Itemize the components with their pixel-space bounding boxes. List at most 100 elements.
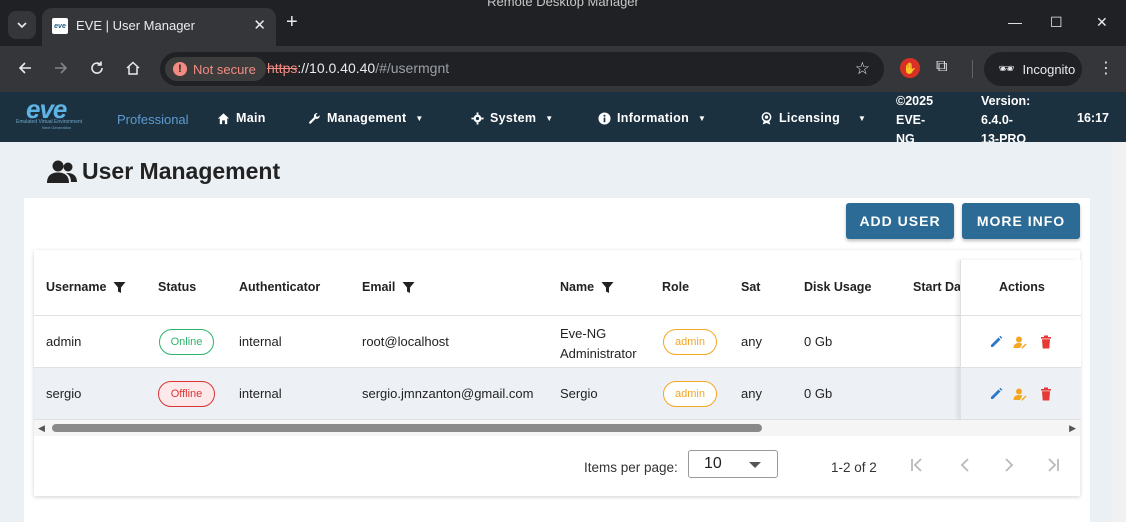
column-header-role[interactable]: Role bbox=[662, 280, 689, 294]
column-header-email[interactable]: Email bbox=[362, 280, 415, 294]
nav-item-main[interactable]: Main bbox=[217, 111, 266, 125]
eve-navbar: eve Emulated Virtual Environment Next Ge… bbox=[0, 92, 1126, 146]
first-page-icon[interactable] bbox=[908, 456, 926, 474]
column-header-sat[interactable]: Sat bbox=[741, 280, 760, 294]
column-label: Username bbox=[46, 280, 107, 294]
page-title-text: User Management bbox=[82, 158, 281, 184]
version-line: 6.4.0- bbox=[981, 113, 1013, 127]
tab-search-button[interactable] bbox=[8, 11, 36, 39]
wrench-icon bbox=[309, 112, 320, 124]
forward-icon[interactable] bbox=[50, 57, 72, 79]
maximize-icon[interactable]: ☐ bbox=[1050, 14, 1063, 31]
copyright-text: ©2025 EVE- NG bbox=[896, 92, 956, 149]
page-range-label: 1-2 of 2 bbox=[831, 460, 877, 475]
cell-authenticator: internal bbox=[239, 386, 282, 401]
row-actions bbox=[961, 316, 1081, 368]
address-bar[interactable]: ! Not secure https://10.0.40.40/#/usermg… bbox=[160, 52, 884, 86]
cell-sat: any bbox=[741, 386, 762, 401]
menu-icon[interactable]: ⋮ bbox=[1098, 58, 1114, 78]
back-icon[interactable] bbox=[14, 57, 36, 79]
incognito-chip[interactable]: 🕶 Incognito bbox=[984, 52, 1082, 86]
new-tab-button[interactable]: + bbox=[286, 12, 298, 32]
cell-disk-usage: 0 Gb bbox=[804, 386, 833, 401]
caret-down-icon: ▼ bbox=[415, 113, 424, 123]
scroll-left-icon[interactable]: ◀ bbox=[38, 423, 45, 434]
users-table: Username Status Authenticator Email Name bbox=[34, 250, 1081, 496]
nav-item-management[interactable]: Management ▼ bbox=[308, 111, 424, 125]
incognito-label: Incognito bbox=[1022, 61, 1076, 77]
extension-icon[interactable]: ✋ bbox=[900, 58, 920, 78]
more-info-button[interactable]: MORE INFO bbox=[962, 203, 1080, 239]
filter-icon[interactable] bbox=[113, 281, 126, 294]
puzzle-extensions-icon[interactable]: ⧉ bbox=[936, 58, 947, 76]
page-size-value: 10 bbox=[704, 455, 722, 472]
home-icon bbox=[217, 112, 230, 124]
column-header-actions: Actions bbox=[961, 260, 1081, 316]
column-header-disk-usage[interactable]: Disk Usage bbox=[804, 280, 871, 294]
clock-text: 16:17 bbox=[1077, 111, 1109, 125]
column-header-name[interactable]: Name bbox=[560, 280, 614, 294]
status-badge: Online bbox=[159, 329, 214, 355]
edit-icon[interactable] bbox=[989, 387, 1003, 401]
column-label: Name bbox=[560, 280, 595, 294]
page-scrollbar[interactable] bbox=[1112, 142, 1126, 522]
window-close-icon[interactable]: ✕ bbox=[1096, 14, 1108, 31]
column-header-start-date[interactable]: Start Da bbox=[913, 280, 961, 294]
close-tab-icon[interactable]: ✕ bbox=[253, 16, 266, 34]
page-size-select[interactable]: 10 bbox=[688, 450, 778, 478]
add-user-button[interactable]: ADD USER bbox=[846, 203, 954, 239]
row-actions bbox=[961, 368, 1081, 420]
page-content: User Management ADD USER MORE INFO Usern… bbox=[0, 142, 1112, 522]
scroll-right-icon[interactable]: ▶ bbox=[1069, 423, 1076, 434]
chevron-down-icon bbox=[17, 22, 27, 29]
not-secure-label: Not secure bbox=[193, 61, 256, 77]
delete-icon[interactable] bbox=[1039, 335, 1053, 349]
url-protocol: https bbox=[267, 60, 298, 76]
url-text[interactable]: https://10.0.40.40/#/usermgnt bbox=[267, 60, 449, 76]
table-row[interactable]: admin Online internal root@localhost Eve… bbox=[34, 316, 1080, 368]
reload-icon[interactable] bbox=[86, 57, 108, 79]
delete-icon[interactable] bbox=[1039, 387, 1053, 401]
version-line: Version: bbox=[981, 94, 1031, 108]
info-icon bbox=[598, 111, 611, 125]
caret-down-icon: ▼ bbox=[545, 113, 554, 123]
column-header-authenticator[interactable]: Authenticator bbox=[239, 280, 320, 294]
browser-tab[interactable]: eve EVE | User Manager ✕ bbox=[42, 8, 276, 46]
user-manage-icon[interactable] bbox=[1013, 387, 1027, 401]
browser-toolbar: ! Not secure https://10.0.40.40/#/usermg… bbox=[0, 46, 1126, 92]
home-icon[interactable] bbox=[122, 57, 144, 79]
copyright-line: ©2025 bbox=[896, 94, 934, 108]
edit-icon[interactable] bbox=[989, 335, 1003, 349]
nav-item-system[interactable]: System ▼ bbox=[471, 111, 554, 125]
nav-item-label: Licensing bbox=[779, 111, 841, 125]
cell-name: Eve-NG Administrator bbox=[560, 326, 637, 361]
minimize-icon[interactable]: — bbox=[1008, 14, 1022, 30]
table-header: Username Status Authenticator Email Name bbox=[34, 260, 1080, 316]
star-icon[interactable]: ☆ bbox=[855, 59, 870, 79]
last-page-icon[interactable] bbox=[1044, 456, 1062, 474]
table-row[interactable]: sergio Offline internal sergio.jmnzanton… bbox=[34, 368, 1080, 420]
nav-item-information[interactable]: Information ▼ bbox=[598, 111, 706, 125]
nav-item-label: Management bbox=[327, 111, 407, 125]
toolbar-divider bbox=[972, 60, 973, 78]
next-page-icon[interactable] bbox=[1000, 456, 1018, 474]
scrollbar-thumb[interactable] bbox=[52, 424, 762, 432]
warning-icon: ! bbox=[173, 62, 187, 76]
role-badge: admin bbox=[663, 329, 717, 355]
user-manage-icon[interactable] bbox=[1013, 335, 1027, 349]
horizontal-scrollbar[interactable]: ◀ ▶ bbox=[34, 420, 1080, 436]
eve-logo[interactable]: eve Emulated Virtual Environment Next Ge… bbox=[16, 94, 106, 132]
filter-icon[interactable] bbox=[402, 281, 415, 294]
previous-page-icon[interactable] bbox=[956, 456, 974, 474]
cell-disk-usage: 0 Gb bbox=[804, 334, 833, 349]
cell-sat: any bbox=[741, 334, 762, 349]
nav-item-licensing[interactable]: Licensing ▼ bbox=[760, 111, 866, 125]
not-secure-chip[interactable]: ! Not secure bbox=[165, 57, 266, 81]
items-per-page-label: Items per page: bbox=[584, 460, 678, 475]
award-icon bbox=[761, 111, 772, 125]
filter-icon[interactable] bbox=[601, 281, 614, 294]
column-label: Email bbox=[362, 280, 396, 294]
paginator: Items per page: 10 1-2 of 2 bbox=[34, 446, 1080, 496]
column-header-status[interactable]: Status bbox=[158, 280, 196, 294]
column-header-username[interactable]: Username bbox=[46, 280, 126, 294]
